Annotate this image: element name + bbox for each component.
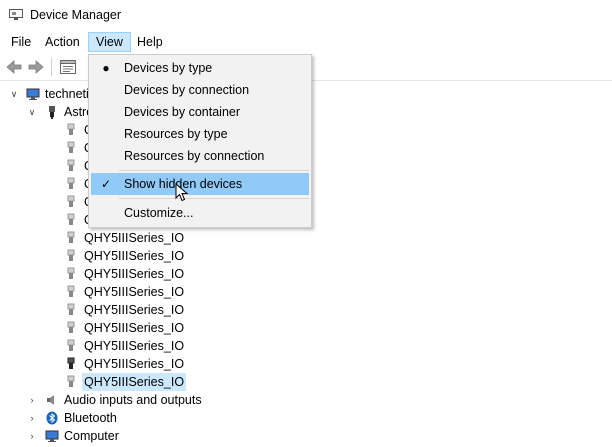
usb-device-icon — [67, 123, 75, 135]
menu-view[interactable]: View — [88, 32, 131, 52]
computer-icon — [26, 88, 40, 100]
tree-item[interactable]: QHY5IIISeries_IO — [62, 319, 202, 337]
menu-item-customize[interactable]: Customize... — [91, 202, 309, 224]
tree-item[interactable]: QHY5IIISeries_IO — [62, 229, 202, 247]
expand-chevron-icon[interactable]: › — [27, 409, 37, 427]
usb-device-icon — [67, 357, 75, 369]
menu-item-devices-by-connection[interactable]: Devices by connection — [91, 79, 309, 101]
tree-category-label: Computer — [64, 429, 119, 443]
tree-item-selected[interactable]: QHY5IIISeries_IO — [62, 373, 202, 391]
tree-category-bluetooth[interactable]: › Bluetooth — [0, 409, 200, 427]
usb-device-icon — [67, 195, 75, 207]
tree-item-label: QHY5IIISeries_IO — [82, 373, 187, 391]
menu-bar: File Action View Help — [0, 31, 612, 53]
expand-chevron-icon[interactable]: › — [27, 391, 37, 409]
menu-item-label: Devices by container — [124, 105, 241, 119]
speaker-icon — [47, 395, 54, 405]
menu-item-resources-by-connection[interactable]: Resources by connection — [91, 145, 309, 167]
tree-item[interactable]: QHY5IIISeries_IO — [62, 337, 202, 355]
menu-item-resources-by-type[interactable]: Resources by type — [91, 123, 309, 145]
tree-category-label: Audio inputs and outputs — [64, 393, 202, 407]
menu-item-label: Resources by type — [124, 127, 228, 141]
usb-device-icon — [67, 141, 75, 153]
usb-device-icon — [67, 321, 75, 333]
tree-item-label: QHY5IIISeries_IO — [84, 303, 185, 317]
collapse-chevron-icon[interactable]: ∨ — [27, 103, 37, 121]
collapse-chevron-icon[interactable]: ∨ — [9, 85, 19, 103]
menu-item-show-hidden-devices[interactable]: ✓ Show hidden devices — [91, 173, 309, 195]
menu-item-label: Devices by connection — [124, 83, 250, 97]
menu-item-label: Devices by type — [124, 61, 213, 75]
tree-category-audio[interactable]: › Audio inputs and outputs — [0, 391, 260, 409]
tree-item-label: QHY5IIISeries_IO — [84, 249, 185, 263]
usb-device-icon — [67, 213, 75, 225]
tree-item[interactable]: QHY5IIISeries_IO — [62, 283, 202, 301]
back-arrow-icon[interactable] — [5, 58, 23, 76]
usb-device-icon — [67, 339, 75, 351]
usb-device-icon — [67, 303, 75, 315]
bluetooth-icon — [46, 411, 58, 425]
tree-item-label: QHY5IIISeries_IO — [84, 357, 185, 371]
menu-file[interactable]: File — [4, 32, 38, 52]
usb-device-icon — [67, 375, 75, 387]
menu-separator — [119, 170, 309, 171]
menu-item-devices-by-container[interactable]: Devices by container — [91, 101, 309, 123]
menu-item-label: Customize... — [124, 206, 194, 220]
tree-item[interactable]: QHY5IIISeries_IO — [62, 247, 202, 265]
menu-item-devices-by-type[interactable]: ● Devices by type — [91, 57, 309, 79]
tree-item-label: QHY5IIISeries_IO — [84, 231, 185, 245]
mouse-cursor-icon — [175, 183, 189, 202]
usb-device-icon — [67, 159, 75, 171]
usb-device-icon — [67, 231, 75, 243]
usb-device-icon — [67, 177, 75, 189]
properties-icon[interactable] — [59, 58, 77, 76]
tree-item[interactable]: QHY5IIISeries_IO — [62, 301, 202, 319]
tree-category-computer[interactable]: › Computer — [0, 427, 200, 445]
menu-separator — [119, 198, 309, 199]
tree-item[interactable]: QHY5IIISeries_IO — [62, 265, 202, 283]
expand-chevron-icon[interactable]: › — [27, 427, 37, 445]
tree-item-label: QHY5IIISeries_IO — [84, 285, 185, 299]
menu-help[interactable]: Help — [130, 32, 170, 52]
title-bar: Device Manager — [0, 0, 612, 31]
checkmark-icon: ✓ — [100, 177, 112, 191]
tree-item[interactable]: QHY5IIISeries_IO — [62, 355, 202, 373]
tree-item-label: QHY5IIISeries_IO — [84, 267, 185, 281]
camera-plug-icon — [49, 106, 55, 119]
toolbar-separator — [51, 58, 52, 76]
window-title: Device Manager — [30, 8, 122, 22]
forward-arrow-icon[interactable] — [27, 58, 45, 76]
device-manager-icon — [9, 9, 23, 20]
menu-item-label: Resources by connection — [124, 149, 265, 163]
usb-device-icon — [67, 249, 75, 261]
computer-icon — [45, 430, 59, 442]
tree-item-label: QHY5IIISeries_IO — [84, 339, 185, 353]
radio-bullet-icon: ● — [102, 61, 110, 75]
view-menu-dropdown: ● Devices by type Devices by connection … — [88, 54, 312, 228]
tree-category-label: Bluetooth — [64, 411, 117, 425]
tree-item-label: QHY5IIISeries_IO — [84, 321, 185, 335]
usb-device-icon — [67, 267, 75, 279]
menu-action[interactable]: Action — [38, 32, 87, 52]
usb-device-icon — [67, 285, 75, 297]
